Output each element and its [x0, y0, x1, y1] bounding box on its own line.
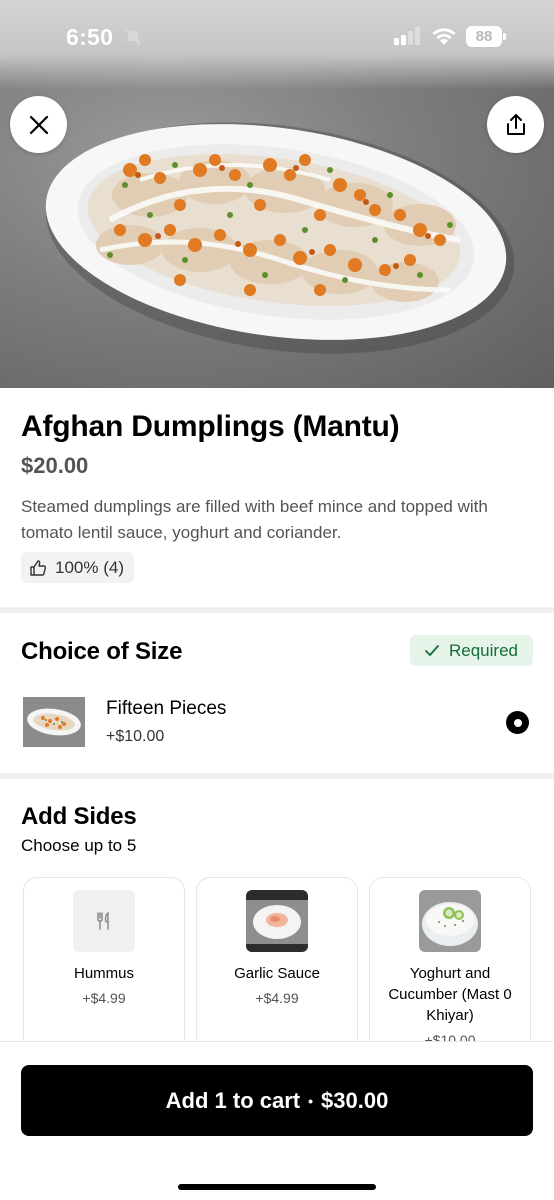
- cart-total: $30.00: [321, 1087, 389, 1113]
- side-card-yoghurt-cucumber[interactable]: Yoghurt and Cucumber (Mast 0 Khiyar) +$1…: [369, 877, 531, 1041]
- bottom-bar: Add 1 to cart • $30.00: [0, 1041, 554, 1200]
- status-time: 6:50: [66, 24, 114, 50]
- fifteen-pieces-thumbnail: [23, 697, 85, 747]
- cellular-signal-icon: [394, 27, 420, 45]
- side-name: Garlic Sauce: [234, 965, 320, 982]
- size-option-fifteen-pieces[interactable]: Fifteen Pieces +$10.00: [0, 690, 554, 756]
- battery-nub: [503, 33, 506, 40]
- sides-section-title: Add Sides: [21, 803, 137, 830]
- add-to-cart-button[interactable]: Add 1 to cart • $30.00: [21, 1065, 533, 1136]
- size-option-radio-selected[interactable]: [506, 711, 529, 734]
- share-button[interactable]: [487, 96, 544, 153]
- sides-section-subtitle: Choose up to 5: [21, 836, 137, 855]
- wifi-icon: [432, 28, 456, 45]
- battery-indicator: 88: [466, 26, 502, 47]
- radio-dot: [513, 718, 522, 727]
- section-divider: [0, 773, 554, 779]
- size-section-title: Choice of Size: [21, 638, 183, 665]
- side-image-placeholder: [73, 890, 135, 952]
- rating-badge: 100% (4): [21, 552, 134, 583]
- sides-carousel: Hummus +$4.99 Garlic Sauce +$4.99 Yoghur…: [0, 877, 554, 1041]
- product-price: $20.00: [21, 453, 89, 478]
- rating-text: 100% (4): [55, 557, 124, 577]
- garlic-sauce-photo: [246, 890, 308, 952]
- close-button[interactable]: [10, 96, 67, 153]
- side-price: +$4.99: [255, 990, 299, 1006]
- side-name: Hummus: [73, 965, 134, 982]
- side-price: +$4.99: [82, 990, 126, 1006]
- side-card-hummus[interactable]: Hummus +$4.99: [23, 877, 185, 1041]
- close-icon: [29, 115, 48, 134]
- share-icon: [506, 113, 525, 135]
- thumbs-up-icon: [30, 559, 47, 576]
- size-option-price: +$10.00: [106, 728, 165, 745]
- required-label: Required: [449, 640, 518, 660]
- cart-separator: •: [308, 1092, 314, 1109]
- bell-muted-icon: [125, 29, 141, 45]
- section-divider: [0, 607, 554, 613]
- side-card-garlic-sauce[interactable]: Garlic Sauce +$4.99: [196, 877, 358, 1041]
- utensils-icon: [97, 912, 109, 930]
- yoghurt-photo: [419, 890, 481, 952]
- size-option-name: Fifteen Pieces: [106, 698, 227, 719]
- checkmark-icon: [425, 644, 439, 656]
- add-to-cart-label: Add 1 to cart: [165, 1087, 301, 1113]
- product-title: Afghan Dumplings (Mantu): [21, 410, 400, 443]
- required-badge: Required: [410, 635, 533, 666]
- side-price: +$10.00: [424, 1032, 476, 1041]
- status-bar: 6:50 88: [0, 0, 554, 74]
- home-indicator[interactable]: [178, 1184, 376, 1190]
- side-name: Yoghurt and Cucumber (Mast 0 Khiyar): [388, 965, 512, 1024]
- product-description: Steamed dumplings are filled with beef m…: [21, 497, 488, 542]
